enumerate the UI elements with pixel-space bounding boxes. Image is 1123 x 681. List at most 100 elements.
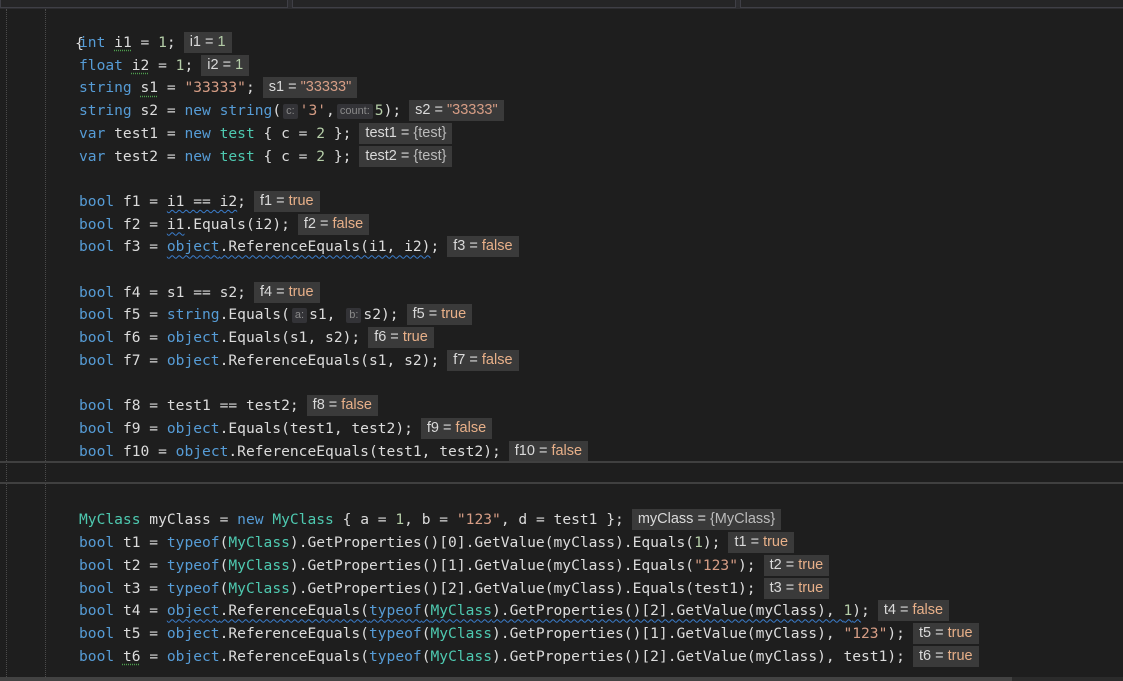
horizontal-scrollbar[interactable]: [0, 677, 1123, 681]
identifier: i2: [131, 56, 150, 74]
code-line[interactable]: bool f8 = test1 == test2; f8 = false: [79, 394, 378, 417]
inlay-value: true: [402, 329, 428, 346]
code-text: =: [131, 34, 159, 51]
debug-value-inlay[interactable]: f9 = false: [420, 417, 493, 439]
inlay-label: t2 =: [769, 556, 799, 573]
code-text: (: [272, 102, 282, 120]
debug-value-inlay[interactable]: t4 = false: [877, 600, 950, 622]
debug-value-inlay[interactable]: t5 = true: [912, 623, 979, 645]
code-text: ).GetProperties()[2].GetValue(myClass).E…: [289, 579, 756, 597]
debug-value-inlay[interactable]: i2 = 1: [201, 54, 250, 76]
inlay-label: f4 =: [259, 283, 289, 300]
code-line[interactable]: bool f1 = i1 == i2; f1 = true: [79, 190, 320, 213]
number-literal: 2: [316, 147, 326, 165]
code-text: test2 =: [105, 147, 185, 165]
keyword: var: [79, 124, 106, 142]
code-line[interactable]: int i1 = 1; i1 = 1: [79, 31, 232, 54]
warning-squiggle: ).GetProperties()[2].GetValue(myClass),: [492, 602, 844, 620]
code-line[interactable]: bool t6 = object.ReferenceEquals(typeof(…: [79, 645, 979, 668]
code-text: .Equals(s1, s2);: [219, 329, 361, 347]
warning-squiggle: .ReferenceEquals(: [219, 602, 369, 620]
debug-value-inlay[interactable]: t2 = true: [763, 554, 830, 576]
code-line[interactable]: string s1 = "33333"; s1 = "33333": [79, 76, 358, 99]
keyword: new: [184, 102, 211, 120]
code-line[interactable]: string s2 = new string(c: '3', count: 5); s2…: [79, 99, 504, 122]
code-line[interactable]: bool f10 = object.ReferenceEquals(test1,…: [79, 440, 589, 463]
code-text: .Equals(: [219, 306, 290, 324]
code-text: t2 =: [114, 556, 167, 574]
debug-value-inlay[interactable]: test1 = {test}: [359, 122, 453, 144]
debug-value-inlay[interactable]: t6 = true: [912, 646, 979, 668]
code-line[interactable]: var test1 = new test { c = 2 }; test1 = {…: [79, 122, 453, 145]
inlay-label: f9 =: [426, 419, 456, 436]
keyword: string: [219, 102, 273, 120]
code-text: f8 = test1 == test2;: [114, 397, 299, 415]
debug-value-inlay[interactable]: f3 = false: [447, 236, 519, 258]
code-line[interactable]: bool f7 = object.ReferenceEquals(s1, s2)…: [79, 349, 519, 372]
inlay-label: i2 =: [207, 56, 236, 73]
debug-value-inlay[interactable]: f10 = false: [508, 440, 589, 462]
scrollbar-thumb[interactable]: [0, 677, 1012, 681]
suggestion-dots: t6: [122, 648, 141, 666]
inlay-value: false: [481, 351, 513, 368]
code-line[interactable]: MyClass myClass = new MyClass { a = 1, b…: [79, 508, 782, 531]
debug-value-inlay[interactable]: f4 = true: [253, 281, 320, 303]
warning-squiggle: object: [166, 602, 220, 620]
code-line[interactable]: bool t1 = typeof(MyClass).GetProperties(…: [79, 531, 795, 554]
keyword: typeof: [166, 556, 220, 574]
code-line[interactable]: bool f9 = object.Equals(test1, test2); f9…: [79, 417, 493, 440]
inlay-label: f1 =: [259, 192, 289, 209]
parameter-hint: count:: [336, 104, 373, 120]
debug-value-inlay[interactable]: f5 = true: [406, 304, 473, 326]
inlay-label: t4 =: [883, 602, 913, 619]
debug-value-inlay[interactable]: i1 = 1: [183, 32, 232, 53]
debug-value-inlay[interactable]: f8 = false: [306, 395, 378, 417]
code-text: ;: [430, 238, 440, 256]
debug-value-inlay[interactable]: test2 = {test}: [359, 145, 453, 167]
tab-1[interactable]: [0, 0, 288, 8]
number-literal: 1: [158, 34, 167, 51]
keyword: bool: [79, 533, 115, 551]
inlay-label: f5 =: [412, 306, 442, 323]
code-line[interactable]: bool f6 = object.Equals(s1, s2); f6 = tru…: [79, 326, 434, 349]
code-line[interactable]: bool t4 = object.ReferenceEquals(typeof(…: [79, 599, 950, 622]
type-name: MyClass: [228, 556, 290, 574]
string-literal: "123": [694, 556, 739, 574]
code-line[interactable]: bool f4 = s1 == s2; f4 = true: [79, 281, 320, 304]
code-text: f6 =: [114, 329, 167, 347]
debug-value-inlay[interactable]: myClass = {MyClass}: [631, 509, 782, 530]
code-text: ).GetProperties()[0].GetValue(myClass).E…: [289, 533, 695, 551]
type-name: MyClass: [79, 511, 141, 528]
code-text: f10 =: [114, 442, 176, 460]
warning-squiggle: typeof: [368, 602, 422, 620]
code-text: .Equals(i2);: [184, 215, 290, 233]
code-line[interactable]: bool t2 = typeof(MyClass).GetProperties(…: [79, 554, 830, 577]
code-editor[interactable]: { int i1 = 1; i1 = 1 float i2 = 1; i2 = 1st…: [0, 9, 1123, 681]
code-text: ).GetProperties()[1].GetValue(myClass),: [492, 625, 844, 643]
debug-value-inlay[interactable]: t3 = true: [763, 577, 830, 599]
keyword: bool: [79, 329, 115, 347]
code-line[interactable]: var test2 = new test { c = 2 }; test2 = {…: [79, 145, 453, 168]
debug-value-inlay[interactable]: s2 = "33333": [409, 100, 504, 122]
code-line[interactable]: bool f2 = i1.Equals(i2); f2 = false: [79, 213, 370, 236]
debug-value-inlay[interactable]: s1 = "33333": [262, 77, 358, 99]
code-line[interactable]: bool t3 = typeof(MyClass).GetProperties(…: [79, 577, 830, 600]
code-line[interactable]: bool f5 = string.Equals(a: s1, b: s2); f5 =…: [79, 303, 473, 326]
debug-value-inlay[interactable]: f7 = false: [447, 349, 519, 371]
code-line[interactable]: bool t5 = object.ReferenceEquals(typeof(…: [79, 622, 979, 645]
inlay-label: test1 =: [365, 124, 414, 141]
code-line[interactable]: bool f3 = object.ReferenceEquals(i1, i2)…: [79, 235, 519, 258]
keyword: object: [166, 625, 220, 643]
debug-value-inlay[interactable]: f2 = false: [297, 213, 370, 235]
inlay-value: true: [288, 283, 314, 300]
keyword: bool: [79, 306, 115, 324]
debug-value-inlay[interactable]: f6 = true: [368, 327, 434, 349]
inlay-value: true: [947, 625, 973, 642]
code-text: t4 =: [114, 602, 167, 620]
debug-value-inlay[interactable]: t1 = true: [728, 531, 795, 553]
debug-value-inlay[interactable]: f1 = true: [253, 190, 320, 212]
code-line[interactable]: float i2 = 1; i2 = 1: [79, 54, 250, 77]
tab-3[interactable]: [740, 0, 1123, 8]
tab-2[interactable]: [292, 0, 736, 8]
